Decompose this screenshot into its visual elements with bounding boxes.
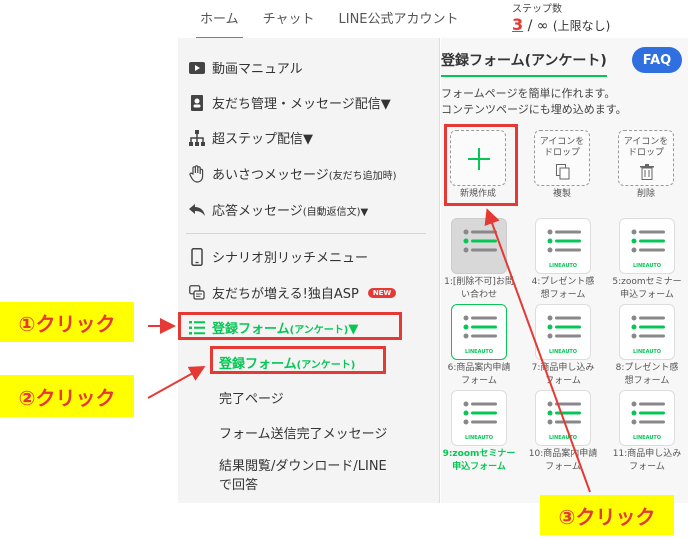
arrow-step3 [484,208,591,493]
annotation-arrows [147,208,591,493]
arrow-step2 [147,366,206,399]
